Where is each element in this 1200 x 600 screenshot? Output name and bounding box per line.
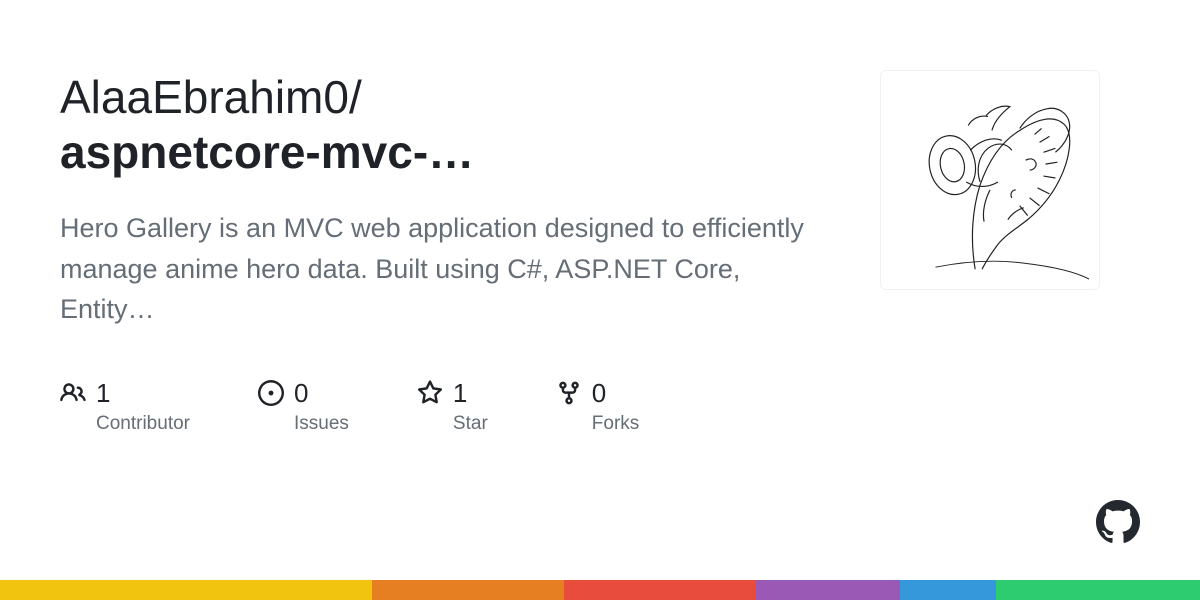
contributors-value: 1 [96,378,110,409]
people-icon [60,380,86,406]
repo-owner[interactable]: AlaaEbrahim0 [60,71,349,123]
issue-icon [258,380,284,406]
fork-icon [556,380,582,406]
stats-row: 1 Contributor 0 Issues 1 Star [60,378,840,435]
stat-contributors[interactable]: 1 Contributor [60,378,190,435]
repo-description: Hero Gallery is an MVC web application d… [60,208,840,330]
card-content: AlaaEbrahim0/ aspnetcore-mvc-… Hero Gall… [0,0,1200,435]
stat-issues[interactable]: 0 Issues [258,378,349,435]
forks-label: Forks [592,413,640,435]
lang-seg-3 [564,580,756,600]
repo-title: AlaaEbrahim0/ aspnetcore-mvc-… [60,70,840,180]
forks-value: 0 [592,378,606,409]
stars-label: Star [453,413,488,435]
owner-avatar[interactable] [880,70,1100,290]
issues-value: 0 [294,378,308,409]
lang-seg-1 [0,580,372,600]
stat-forks[interactable]: 0 Forks [556,378,640,435]
lang-seg-5 [900,580,996,600]
contributors-label: Contributor [96,413,190,435]
stat-stars[interactable]: 1 Star [417,378,488,435]
github-logo-icon[interactable] [1096,500,1140,544]
left-column: AlaaEbrahim0/ aspnetcore-mvc-… Hero Gall… [60,70,840,435]
lang-seg-2 [372,580,564,600]
stars-value: 1 [453,378,467,409]
repo-name[interactable]: aspnetcore-mvc-… [60,126,474,178]
lang-seg-6 [996,580,1200,600]
language-bar [0,580,1200,600]
star-icon [417,380,443,406]
avatar-illustration-icon [881,71,1099,289]
slash-separator: / [349,71,362,123]
lang-seg-4 [756,580,900,600]
issues-label: Issues [294,413,349,435]
